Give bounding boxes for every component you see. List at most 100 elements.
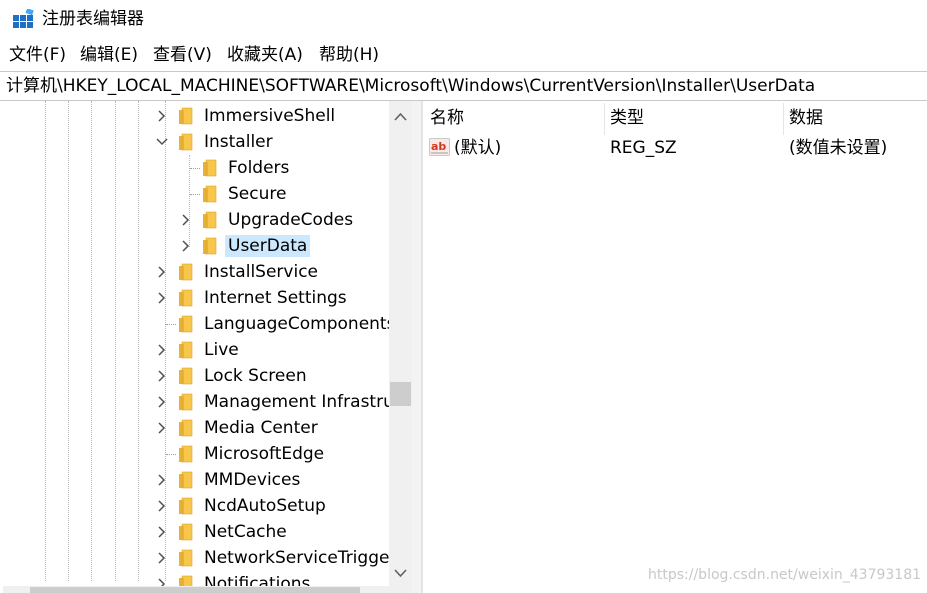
scrollbar-thumb[interactable] [390, 382, 411, 406]
tree-item-ncdautosetup[interactable]: NcdAutoSetup [0, 493, 389, 519]
tree-item-userdata[interactable]: UserData [0, 233, 389, 259]
column-divider[interactable] [783, 103, 784, 135]
scroll-up-icon[interactable] [389, 107, 412, 127]
value-data: (数值未设置) [789, 138, 888, 158]
folder-icon [179, 289, 193, 307]
tree-item-label: LanguageComponentsInstaller [204, 314, 412, 334]
chevron-right-icon[interactable] [155, 342, 169, 358]
chevron-right-icon[interactable] [179, 212, 193, 228]
tree-item-folders[interactable]: Folders [0, 155, 389, 181]
tree-item-label: NetCache [204, 522, 287, 542]
tree-connector [166, 454, 176, 455]
address-path[interactable]: 计算机\HKEY_LOCAL_MACHINE\SOFTWARE\Microsof… [6, 75, 815, 97]
tree-item-immersiveshell[interactable]: ImmersiveShell [0, 103, 389, 129]
folder-icon [179, 367, 193, 385]
tree-connector [190, 194, 200, 195]
tree-item-internet-settings[interactable]: Internet Settings [0, 285, 389, 311]
menu-edit[interactable]: 编辑(E) [80, 44, 138, 66]
chevron-right-icon[interactable] [155, 420, 169, 436]
value-row[interactable]: ab (默认) REG_SZ (数值未设置) [423, 135, 927, 161]
watermark: https://blog.csdn.net/weixin_43793181 [648, 567, 922, 583]
chevron-right-icon[interactable] [155, 290, 169, 306]
menu-view[interactable]: 查看(V) [153, 44, 212, 66]
tree-item-label: MicrosoftEdge [204, 444, 325, 464]
tree-item-installer[interactable]: Installer [0, 129, 389, 155]
string-value-icon: ab [429, 138, 450, 156]
folder-icon [179, 523, 193, 541]
menu-file[interactable]: 文件(F) [9, 44, 66, 66]
chevron-down-icon[interactable] [155, 134, 169, 150]
value-type: REG_SZ [610, 138, 677, 158]
tree-item-netcache[interactable]: NetCache [0, 519, 389, 545]
folder-icon [203, 211, 217, 229]
folder-icon [179, 263, 193, 281]
tree-item-microsoftedge[interactable]: MicrosoftEdge [0, 441, 389, 467]
tree-item-label: NetworkServiceTriggers [204, 548, 406, 568]
chevron-right-icon[interactable] [155, 264, 169, 280]
tree-item-media-center[interactable]: Media Center [0, 415, 389, 441]
horizontal-scrollbar-thumb[interactable] [30, 587, 360, 593]
address-bar[interactable]: 计算机\HKEY_LOCAL_MACHINE\SOFTWARE\Microsof… [0, 71, 927, 101]
tree-item-label: Folders [228, 158, 290, 178]
tree-item-label: Management Infrastructure [204, 392, 412, 412]
chevron-right-icon[interactable] [155, 498, 169, 514]
registry-editor-icon [13, 9, 34, 28]
folder-icon [179, 107, 193, 125]
folder-icon [203, 159, 217, 177]
tree-item-live[interactable]: Live [0, 337, 389, 363]
column-divider[interactable] [604, 103, 605, 135]
tree-item-label: UserData [225, 235, 311, 257]
values-list[interactable]: 名称 类型 数据 ab (默认) REG_SZ (数值未设置) [423, 101, 927, 593]
scroll-down-icon[interactable] [389, 563, 412, 583]
tree-item-label: Installer [204, 132, 273, 152]
tree-horizontal-scrollbar[interactable] [3, 586, 389, 593]
folder-icon [179, 471, 193, 489]
title-bar: 注册表编辑器 [0, 0, 927, 38]
folder-icon [203, 185, 217, 203]
tree-item-label: Media Center [204, 418, 318, 438]
svg-text:ab: ab [431, 140, 446, 153]
tree-item-management-infrastructure[interactable]: Management Infrastructure [0, 389, 412, 415]
tree-item-mmdevices[interactable]: MMDevices [0, 467, 389, 493]
chevron-right-icon[interactable] [155, 368, 169, 384]
menu-favorites[interactable]: 收藏夹(A) [227, 44, 303, 66]
menu-bar: 文件(F) 编辑(E) 查看(V) 收藏夹(A) 帮助(H) [0, 40, 927, 70]
tree-item-installservice[interactable]: InstallService [0, 259, 389, 285]
tree-connector [166, 324, 176, 325]
value-name: (默认) [454, 138, 502, 158]
column-header-type[interactable]: 类型 [610, 107, 644, 129]
column-header-name[interactable]: 名称 [430, 107, 464, 129]
tree-item-label: Live [204, 340, 239, 360]
pane-splitter[interactable] [412, 101, 421, 593]
folder-icon [179, 497, 193, 515]
tree-vertical-scrollbar[interactable] [389, 101, 412, 593]
folder-icon [179, 549, 193, 567]
tree-item-label: UpgradeCodes [228, 210, 354, 230]
tree-item-label: ImmersiveShell [204, 106, 336, 126]
tree-item-label: MMDevices [204, 470, 301, 490]
chevron-right-icon[interactable] [155, 394, 169, 410]
folder-icon [179, 315, 193, 333]
chevron-right-icon[interactable] [155, 524, 169, 540]
tree-item-label: Lock Screen [204, 366, 307, 386]
folder-icon [203, 237, 217, 255]
tree-item-lock-screen[interactable]: Lock Screen [0, 363, 389, 389]
tree-item-upgradecodes[interactable]: UpgradeCodes [0, 207, 389, 233]
menu-help[interactable]: 帮助(H) [319, 44, 379, 66]
tree-item-label: NcdAutoSetup [204, 496, 326, 516]
chevron-right-icon[interactable] [155, 472, 169, 488]
tree-item-languagecomponentsinstaller[interactable]: LanguageComponentsInstaller [0, 311, 412, 337]
chevron-right-icon[interactable] [155, 550, 169, 566]
key-tree[interactable]: ImmersiveShell Installer Folders Secure Upgr… [0, 101, 412, 593]
tree-item-label: Internet Settings [204, 288, 347, 308]
folder-icon [179, 393, 193, 411]
folder-icon [179, 341, 193, 359]
tree-item-label: InstallService [204, 262, 319, 282]
chevron-right-icon[interactable] [179, 238, 193, 254]
chevron-right-icon[interactable] [155, 108, 169, 124]
window-title: 注册表编辑器 [42, 9, 144, 29]
tree-item-secure[interactable]: Secure [0, 181, 389, 207]
tree-connector [190, 168, 200, 169]
column-header-data[interactable]: 数据 [789, 107, 823, 129]
tree-item-networkservicetriggers[interactable]: NetworkServiceTriggers [0, 545, 405, 571]
